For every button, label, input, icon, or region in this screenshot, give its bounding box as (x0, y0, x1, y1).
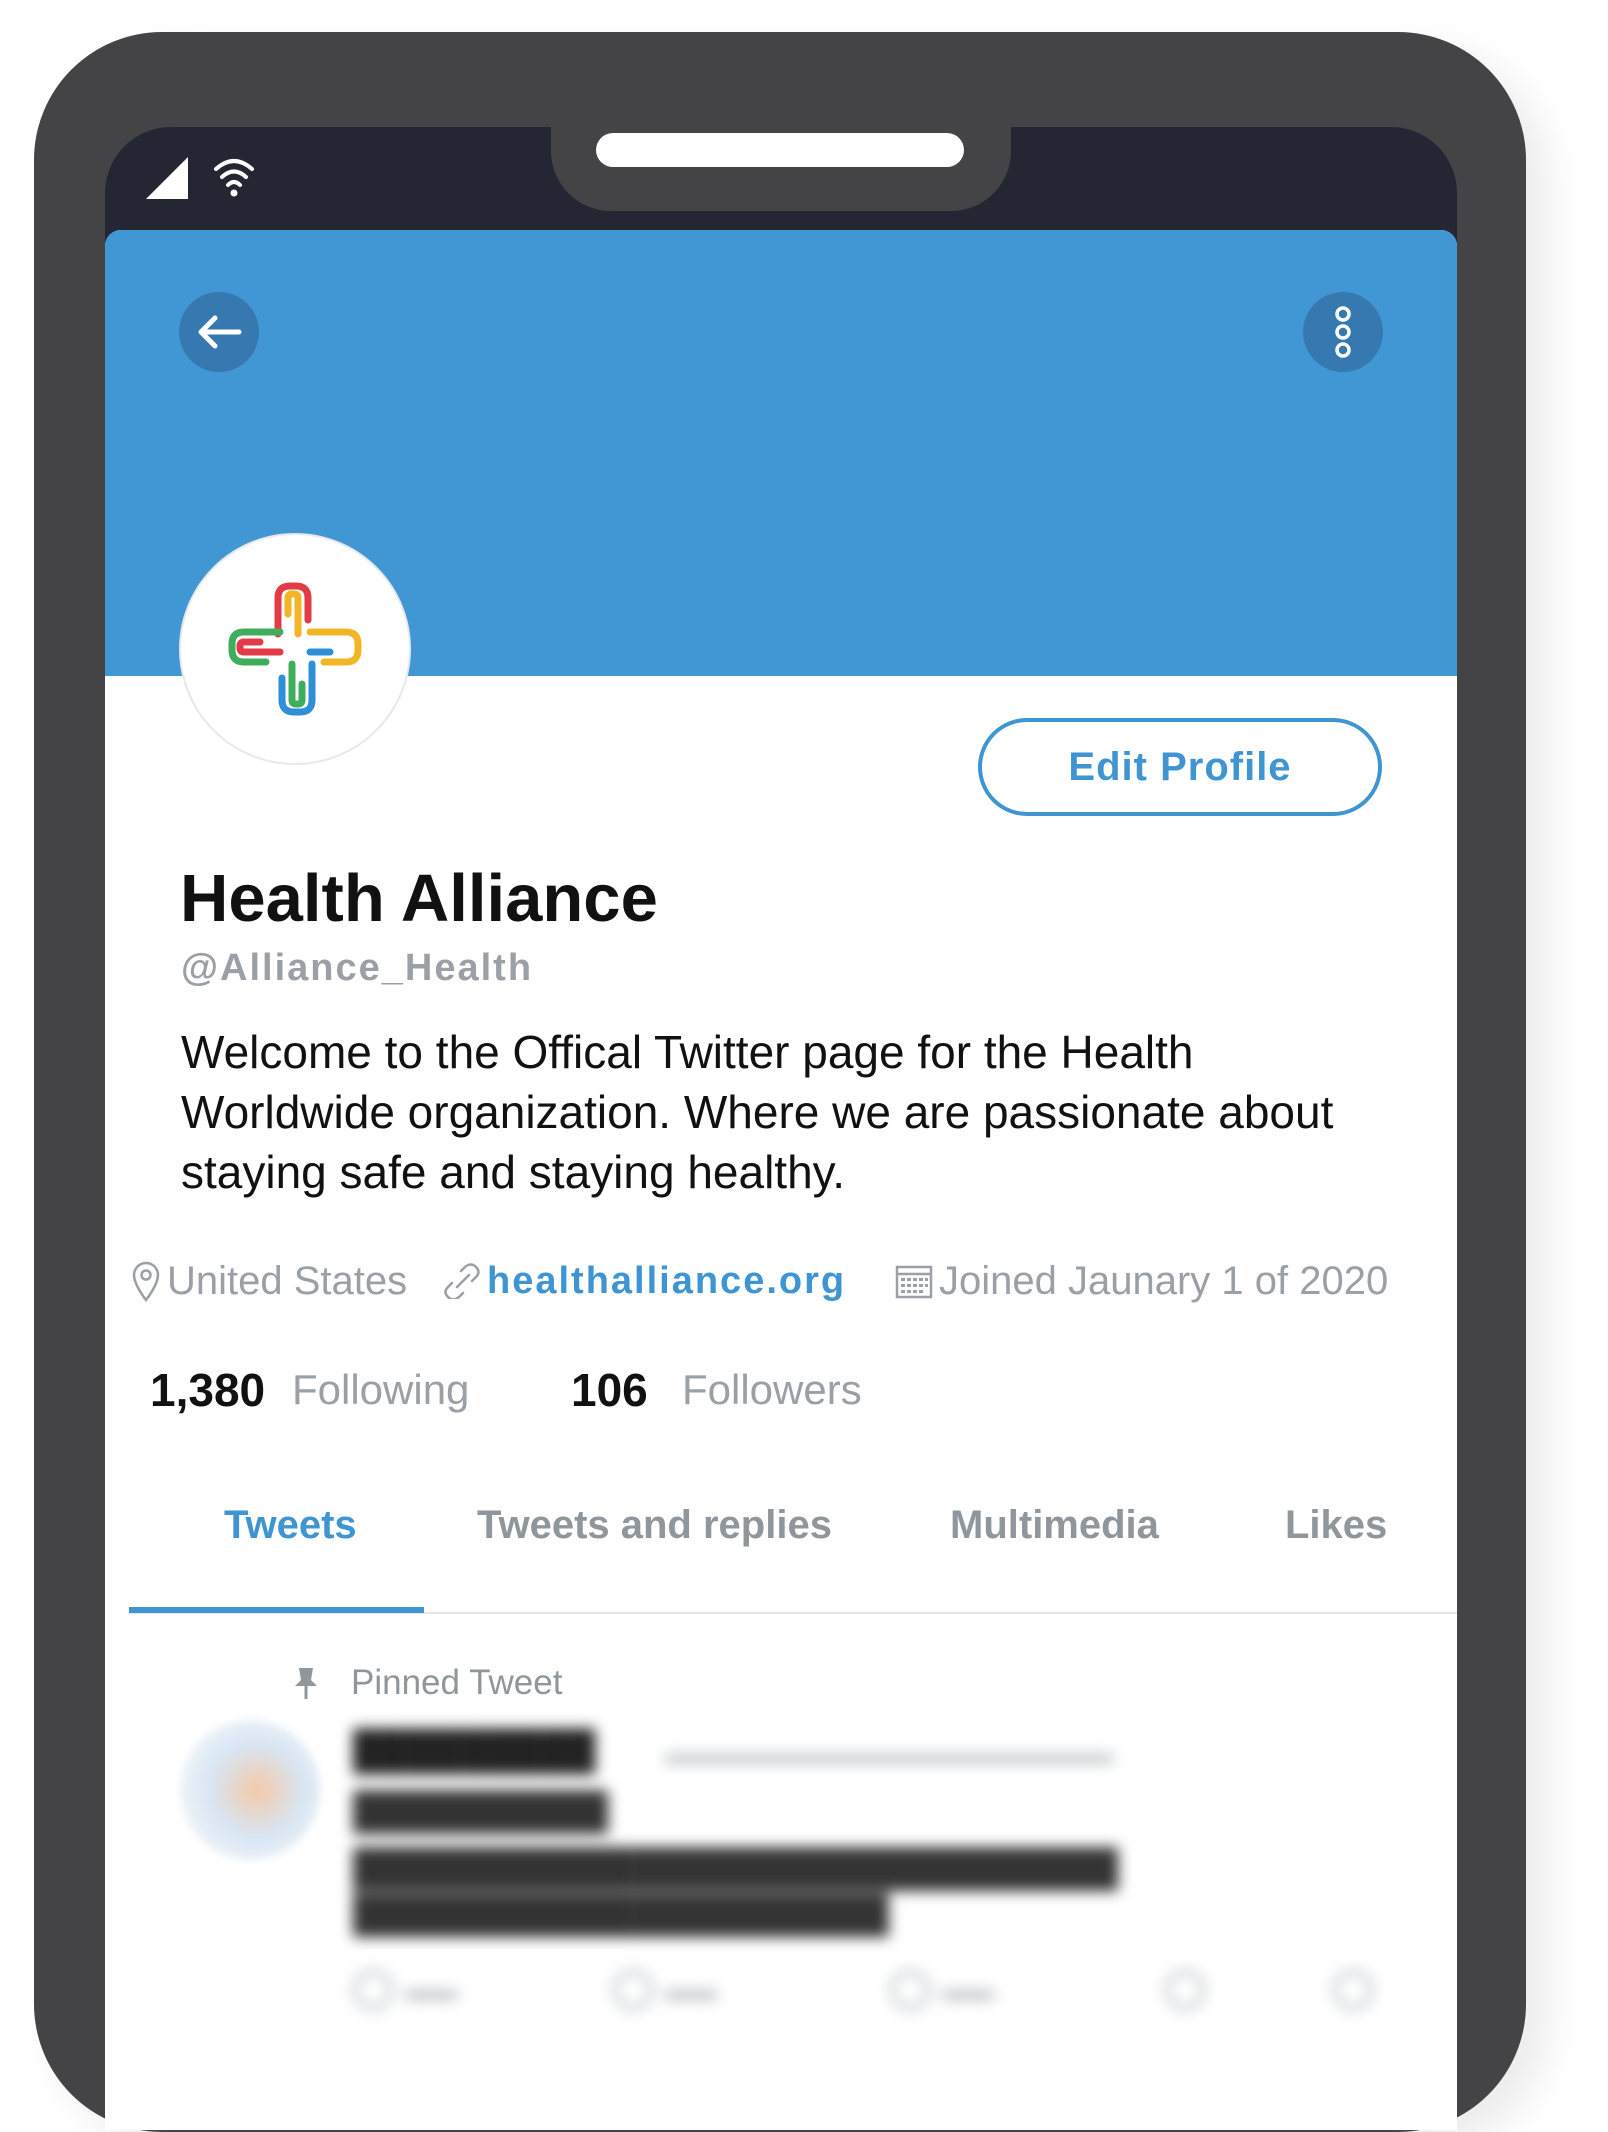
reply-icon (353, 1970, 393, 2010)
edit-profile-button[interactable]: Edit Profile (978, 718, 1382, 816)
more-options-button[interactable] (1303, 292, 1383, 372)
following-label[interactable]: Following (292, 1366, 469, 1414)
pin-icon (295, 1668, 317, 1699)
wifi-icon (214, 159, 254, 197)
pinned-tweet-header: Pinned Tweet (291, 1658, 562, 1708)
tweet-avatar[interactable] (180, 1720, 320, 1860)
share-icon (1165, 1970, 1205, 2010)
health-cross-logo (228, 582, 362, 716)
pinned-tweet-label: Pinned Tweet (351, 1663, 563, 1702)
location-text: United States (167, 1258, 408, 1303)
active-tab-indicator (129, 1607, 424, 1613)
cell-signal-icon (146, 157, 188, 199)
tweet-author-name: █████████ (353, 1730, 596, 1772)
profile-meta: United States healthalliance.org Joined … (131, 1254, 1451, 1314)
heart-icon (890, 1970, 930, 2010)
website-link[interactable]: healthalliance.org (487, 1260, 846, 1303)
profile-page: Edit Profile Health Alliance @Alliance_H… (105, 230, 1457, 2130)
profile-avatar[interactable] (179, 533, 411, 765)
tweet-body: ██████████████████████████████ ██████████… (353, 1847, 1119, 1934)
profile-location: United States (131, 1254, 407, 1308)
tab-tweets[interactable]: Tweets (224, 1503, 357, 1548)
bookmark-action[interactable] (1333, 1970, 1385, 2010)
back-button[interactable] (179, 292, 259, 372)
followers-label[interactable]: Followers (682, 1366, 862, 1414)
profile-stats: 1,380 Following 106 Followers (150, 1363, 1350, 1423)
link-icon (444, 1263, 480, 1299)
arrow-left-icon (198, 315, 242, 349)
profile-name: Health Alliance (180, 861, 658, 936)
profile-bio: Welcome to the Offical Twitter page for … (181, 1026, 1334, 1198)
tweet-title: ██████████ (353, 1790, 609, 1831)
tab-tweets-and-replies[interactable]: Tweets and replies (477, 1503, 832, 1548)
following-count[interactable]: 1,380 (150, 1363, 265, 1417)
retweet-icon (613, 1970, 653, 2010)
retweet-action[interactable]: ▬▬ (613, 1970, 717, 2010)
map-pin-icon (132, 1261, 160, 1303)
more-vertical-icon (1335, 306, 1351, 358)
followers-count[interactable]: 106 (571, 1363, 648, 1417)
calendar-icon (895, 1265, 933, 1299)
like-action[interactable]: ▬▬ (890, 1970, 994, 2010)
share-action[interactable] (1165, 1970, 1217, 2010)
tab-multimedia[interactable]: Multimedia (950, 1503, 1159, 1548)
phone-speaker (596, 133, 964, 167)
profile-website[interactable]: healthalliance.org (441, 1254, 846, 1308)
reply-action[interactable]: ▬▬ (353, 1970, 457, 2010)
joined-text: Joined Jaunary 1 of 2020 (939, 1258, 1389, 1303)
profile-handle: @Alliance_Health (181, 947, 534, 989)
tweet-meta: ▬▬▬▬▬▬▬▬▬▬▬▬▬▬▬▬ (665, 1738, 1113, 1769)
tab-likes[interactable]: Likes (1285, 1503, 1387, 1548)
profile-joined: Joined Jaunary 1 of 2020 (895, 1254, 1388, 1308)
upload-icon (1333, 1970, 1373, 2010)
